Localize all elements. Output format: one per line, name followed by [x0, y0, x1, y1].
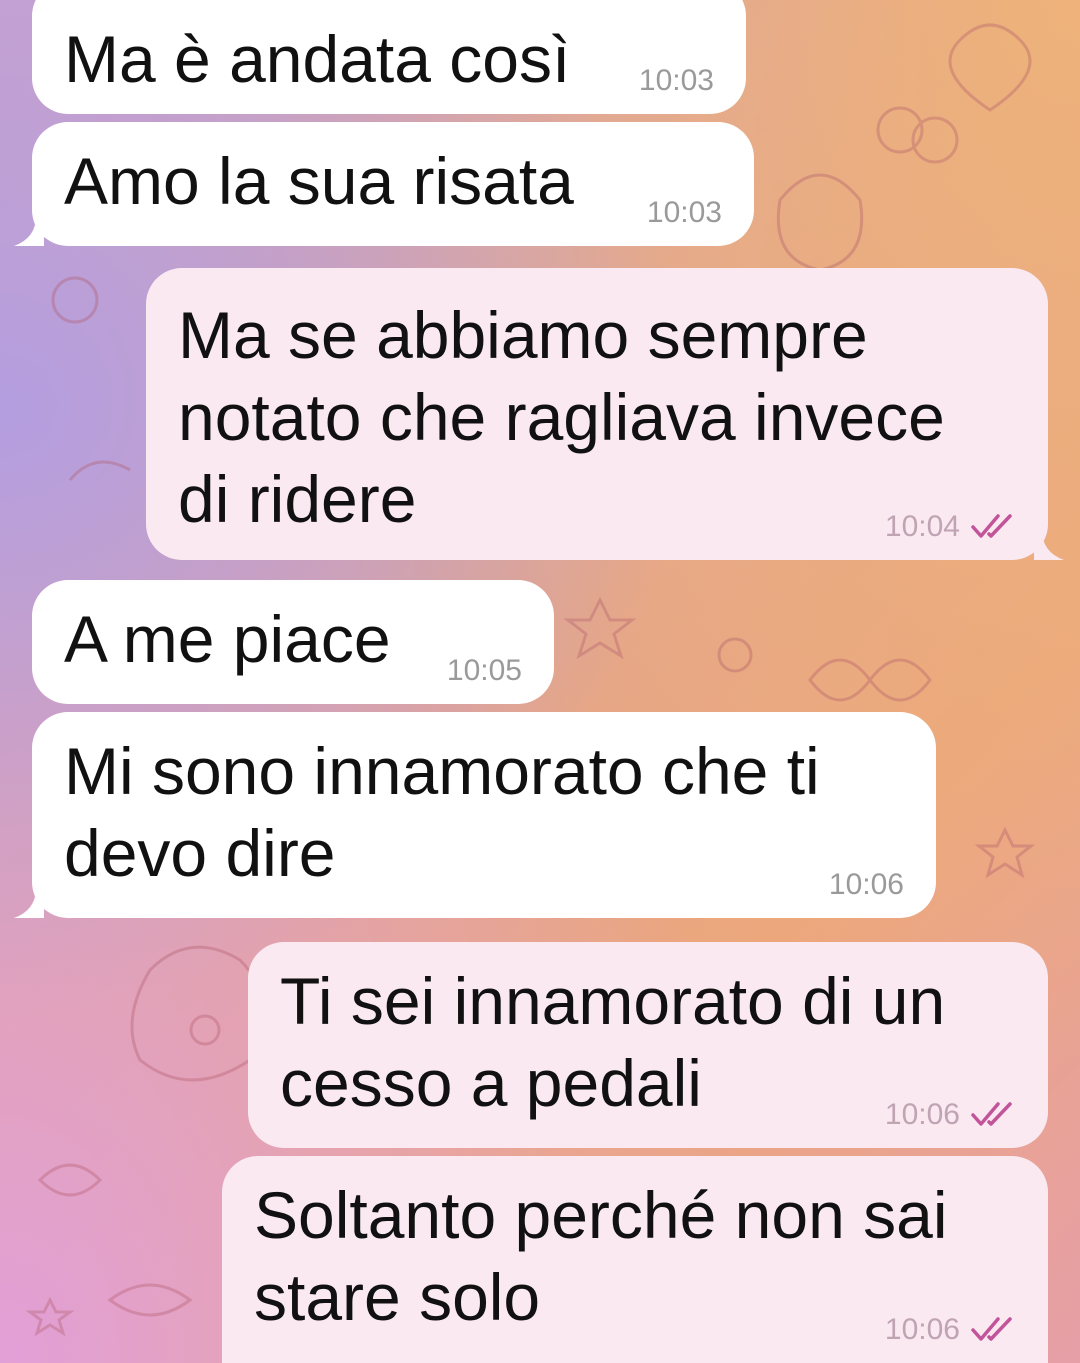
bubble-tail-icon — [14, 888, 44, 918]
read-checks-icon — [971, 1317, 1012, 1341]
message-bubble-outgoing[interactable]: Ma se abbiamo sempre notato che ragliava… — [146, 268, 1048, 560]
bubble-tail-icon — [14, 216, 44, 246]
message-bubble-incoming[interactable]: Ma è andata così 10:03 — [32, 0, 746, 114]
message-time: 10:04 — [884, 510, 960, 543]
message-time: 10:06 — [884, 1313, 960, 1346]
message-meta: 10:03 — [639, 64, 714, 98]
message-bubble-incoming[interactable]: A me piace 10:05 — [32, 580, 554, 704]
message-time: 10:06 — [884, 1098, 960, 1131]
message-meta: 10:04 — [885, 510, 1016, 544]
message-text: Amo la sua risata — [64, 144, 574, 218]
message-meta: 10:03 — [647, 196, 722, 230]
message-text: Ma se abbiamo sempre notato che ragliava… — [178, 298, 945, 536]
message-time: 10:06 — [828, 868, 904, 901]
message-text: Mi sono innamorato che ti devo dire — [64, 734, 820, 890]
message-meta: 10:06 — [885, 1313, 1016, 1347]
read-checks-icon — [971, 1102, 1012, 1126]
message-text: Ma è andata così — [64, 22, 571, 96]
message-time: 10:03 — [646, 196, 722, 229]
read-checks-icon — [971, 514, 1012, 538]
bubble-tail-icon — [1034, 530, 1064, 560]
message-meta: 10:06 — [829, 868, 904, 902]
message-bubble-incoming[interactable]: Amo la sua risata 10:03 — [32, 122, 754, 246]
message-time: 10:05 — [446, 654, 522, 687]
message-meta: 10:06 — [885, 1098, 1016, 1132]
message-bubble-incoming[interactable]: Mi sono innamorato che ti devo dire 10:0… — [32, 712, 936, 918]
message-bubble-outgoing[interactable]: Soltanto perché non sai stare solo 10:06 — [222, 1156, 1048, 1363]
message-meta: 10:05 — [447, 654, 522, 688]
message-time: 10:03 — [638, 64, 714, 97]
message-bubble-outgoing[interactable]: Ti sei innamorato di un cesso a pedali 1… — [248, 942, 1048, 1148]
